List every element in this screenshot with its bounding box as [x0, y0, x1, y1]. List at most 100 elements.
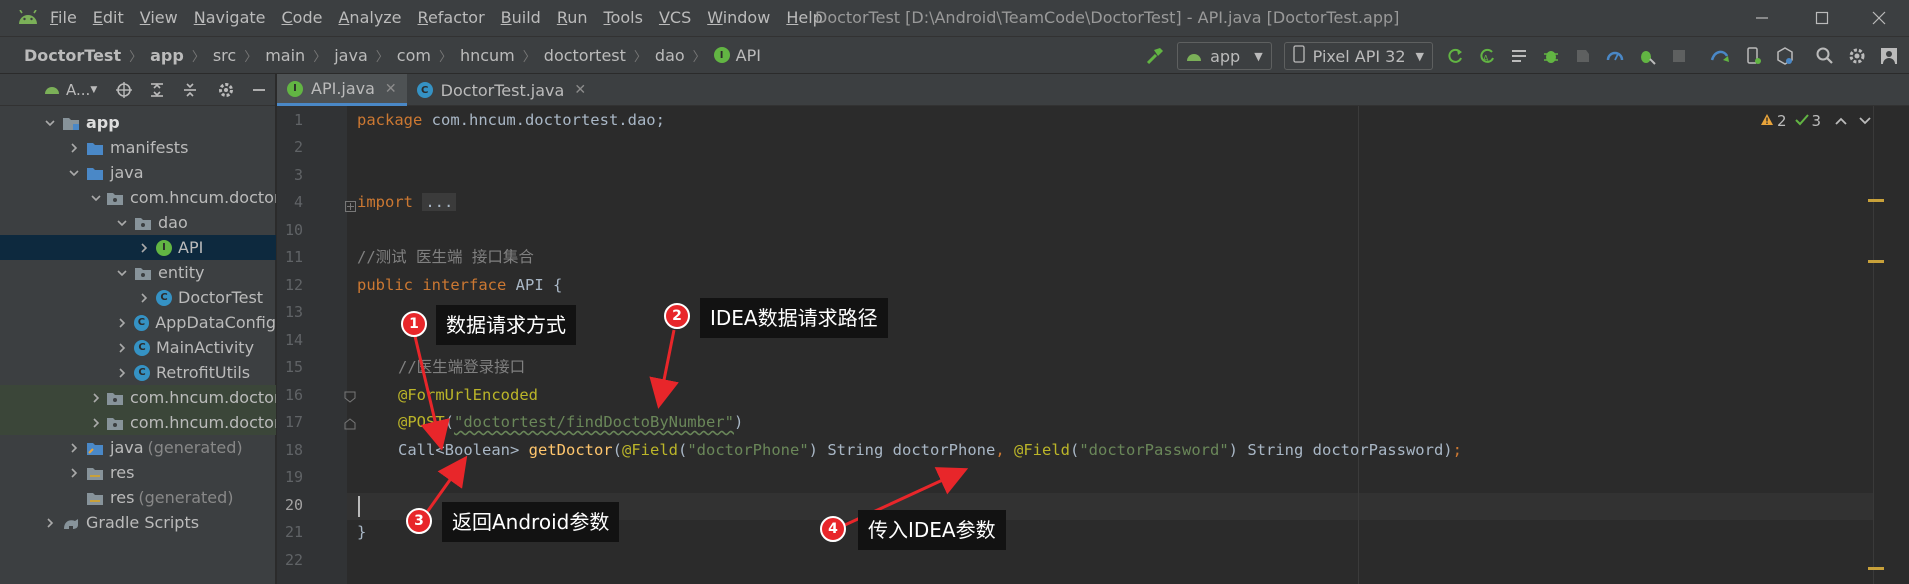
scrollbar-warning-marker[interactable]: [1868, 260, 1884, 263]
device-select[interactable]: Pixel API 32 ▼: [1283, 42, 1433, 70]
tree-item-java[interactable]: java: [0, 160, 276, 185]
tree-item-label: com.hncum.doctor: [130, 188, 276, 207]
menu-refactor[interactable]: Refactor: [410, 0, 493, 36]
project-view-select[interactable]: A...: [66, 81, 90, 99]
folder-icon: [86, 140, 104, 156]
editor-scrollbar[interactable]: [1873, 106, 1909, 584]
tree-item-res[interactable]: res: [0, 460, 276, 485]
scrollbar-warning-marker[interactable]: [1868, 199, 1884, 202]
chevron-right-icon[interactable]: [136, 290, 152, 306]
stop-icon[interactable]: [1665, 42, 1693, 70]
breadcrumb-item[interactable]: src: [213, 46, 236, 65]
build-hammer-icon[interactable]: [1141, 42, 1169, 70]
tree-item-java-generated[interactable]: java (generated): [0, 435, 276, 460]
code-line: package com.hncum.doctortest.dao;: [357, 107, 665, 134]
expand-all-icon[interactable]: [145, 76, 168, 104]
search-icon[interactable]: [1811, 42, 1839, 70]
close-tab-icon[interactable]: ✕: [385, 81, 397, 97]
maximize-icon[interactable]: [1792, 0, 1852, 36]
chevron-down-icon[interactable]: [1859, 112, 1871, 130]
breadcrumb-item[interactable]: hncum: [460, 46, 515, 65]
breadcrumb-item[interactable]: DoctorTest: [24, 46, 121, 65]
menu-window[interactable]: Window: [699, 0, 778, 36]
folded-imports[interactable]: ...: [422, 193, 457, 211]
tree-item-app[interactable]: app: [0, 110, 276, 135]
collapse-all-icon[interactable]: [178, 76, 201, 104]
debug-bug-icon[interactable]: [1537, 42, 1565, 70]
tree-item-package-androidtest[interactable]: com.hncum.doctor: [0, 385, 276, 410]
minimize-icon[interactable]: [1732, 0, 1792, 36]
breadcrumb-item[interactable]: main: [265, 46, 305, 65]
chevron-right-icon[interactable]: [66, 440, 82, 456]
breadcrumb-item-api[interactable]: I API: [713, 46, 761, 65]
tree-item-gradle-scripts[interactable]: Gradle Scripts: [0, 510, 276, 535]
inspection-widget[interactable]: 2 3: [1760, 112, 1871, 130]
breadcrumb-item[interactable]: app: [150, 46, 184, 65]
code-token: package: [357, 111, 423, 129]
tree-item-doctortest[interactable]: C DoctorTest: [0, 285, 276, 310]
chevron-right-icon[interactable]: [114, 315, 130, 331]
gradle-sync-icon[interactable]: [1707, 42, 1735, 70]
sdk-manager-icon[interactable]: [1771, 42, 1799, 70]
tree-item-res-generated[interactable]: res (generated): [0, 485, 276, 510]
coverage-icon[interactable]: [1569, 42, 1597, 70]
chevron-down-icon[interactable]: [114, 215, 130, 231]
chevron-down-icon[interactable]: [66, 165, 82, 181]
profiler-gauge-icon[interactable]: [1601, 42, 1629, 70]
apply-code-changes-icon[interactable]: A: [1473, 42, 1501, 70]
menu-tools[interactable]: Tools: [596, 0, 651, 36]
chevron-right-icon[interactable]: [114, 365, 130, 381]
device-manager-icon[interactable]: [1739, 42, 1767, 70]
scrollbar-warning-marker[interactable]: [1868, 567, 1884, 570]
breadcrumb-item[interactable]: java: [334, 46, 368, 65]
tree-item-package[interactable]: com.hncum.doctor: [0, 185, 276, 210]
tree-item-api[interactable]: I API: [0, 235, 276, 260]
breadcrumb-item[interactable]: dao: [655, 46, 685, 65]
breadcrumb-item[interactable]: doctortest: [544, 46, 626, 65]
chevron-down-icon[interactable]: [90, 190, 102, 206]
fold-marker-icon[interactable]: [345, 198, 356, 216]
chevron-down-icon[interactable]: [114, 265, 130, 281]
apply-changes-restart-icon[interactable]: [1441, 42, 1469, 70]
chevron-right-icon[interactable]: [90, 415, 102, 431]
tab-doctortest-java[interactable]: C DoctorTest.java ✕: [407, 74, 596, 106]
menu-build[interactable]: Build: [493, 0, 549, 36]
settings-gear-icon[interactable]: [1843, 42, 1871, 70]
chevron-down-icon[interactable]: [42, 115, 58, 131]
chevron-right-icon[interactable]: [66, 140, 82, 156]
chevron-right-icon[interactable]: [114, 340, 130, 356]
menu-run[interactable]: Run: [549, 0, 596, 36]
chevron-right-icon[interactable]: [42, 515, 58, 531]
menu-file[interactable]: File: [42, 0, 85, 36]
menu-navigate[interactable]: Navigate: [186, 0, 274, 36]
tree-item-manifests[interactable]: manifests: [0, 135, 276, 160]
account-avatar-icon[interactable]: [1875, 42, 1903, 70]
chevron-right-icon[interactable]: [136, 240, 152, 256]
tab-api-java[interactable]: I API.java ✕: [277, 74, 407, 106]
panel-settings-gear-icon[interactable]: [214, 76, 237, 104]
hide-panel-icon[interactable]: [247, 76, 270, 104]
menu-edit[interactable]: Edit: [85, 0, 132, 36]
menu-code[interactable]: Code: [274, 0, 331, 36]
tree-item-entity[interactable]: entity: [0, 260, 276, 285]
tree-item-package-test[interactable]: com.hncum.doctor: [0, 410, 276, 435]
fold-marker-icon[interactable]: [344, 416, 356, 434]
attach-debugger-icon[interactable]: [1633, 42, 1661, 70]
fold-marker-icon[interactable]: [344, 389, 356, 407]
tree-item-appdataconfig[interactable]: C AppDataConfig: [0, 310, 276, 335]
locate-crosshair-icon[interactable]: [112, 76, 135, 104]
chevron-up-icon[interactable]: [1835, 112, 1847, 130]
run-config-select[interactable]: app ▼: [1177, 42, 1272, 70]
tree-item-dao[interactable]: dao: [0, 210, 276, 235]
menu-analyze[interactable]: Analyze: [330, 0, 409, 36]
close-window-icon[interactable]: [1849, 0, 1909, 36]
tree-item-mainactivity[interactable]: C MainActivity: [0, 335, 276, 360]
run-tests-list-icon[interactable]: [1505, 42, 1533, 70]
chevron-right-icon[interactable]: [66, 465, 82, 481]
menu-vcs[interactable]: VCS: [651, 0, 699, 36]
breadcrumb-item[interactable]: com: [397, 46, 431, 65]
tree-item-retrofitutils[interactable]: C RetrofitUtils: [0, 360, 276, 385]
chevron-right-icon[interactable]: [90, 390, 102, 406]
menu-view[interactable]: View: [132, 0, 186, 36]
close-tab-icon[interactable]: ✕: [574, 82, 586, 98]
